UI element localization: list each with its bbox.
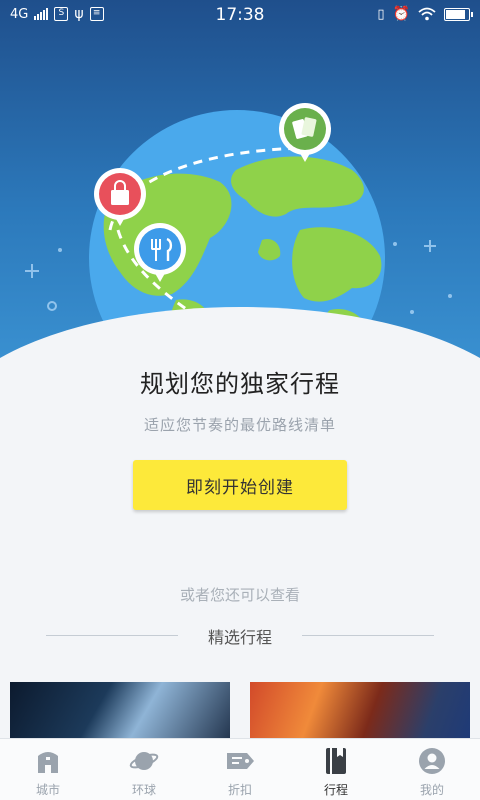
tag-icon bbox=[225, 747, 255, 775]
battery-icon bbox=[444, 7, 473, 21]
user-icon bbox=[417, 747, 447, 775]
status-bar: 4G S ψ ≡ 17:38 ▯ ⏰ bbox=[0, 0, 480, 30]
hero-illustration bbox=[0, 0, 480, 380]
featured-itineraries bbox=[10, 682, 470, 742]
wifi-icon bbox=[418, 7, 436, 21]
tab-label: 城市 bbox=[35, 783, 60, 797]
city-icon bbox=[33, 747, 63, 775]
vibrate-icon: ▯ bbox=[377, 6, 385, 22]
globe-illustration bbox=[0, 103, 480, 380]
tab-itinerary[interactable]: 行程 bbox=[288, 739, 384, 800]
bottom-tab-bar: 城市 环球 折扣 行程 我的 bbox=[0, 738, 480, 800]
section-title: 精选行程 bbox=[207, 628, 272, 647]
alternative-hint: 或者您还可以查看 bbox=[179, 586, 300, 604]
page-subtitle: 适应您节奏的最优路线清单 bbox=[143, 416, 336, 434]
planet-icon bbox=[129, 747, 159, 775]
tab-label: 折扣 bbox=[227, 783, 252, 797]
tab-discount[interactable]: 折扣 bbox=[192, 739, 288, 800]
book-icon bbox=[321, 747, 351, 775]
tab-profile[interactable]: 我的 bbox=[384, 739, 480, 800]
section-divider: 精选行程 bbox=[46, 624, 434, 647]
tab-label: 环球 bbox=[131, 783, 156, 797]
tab-global[interactable]: 环球 bbox=[96, 739, 192, 800]
create-itinerary-button[interactable]: 即刻开始创建 bbox=[133, 460, 347, 510]
tab-label: 行程 bbox=[323, 783, 348, 797]
divider-line-right bbox=[302, 635, 434, 636]
itinerary-card[interactable] bbox=[10, 682, 230, 742]
tab-city[interactable]: 城市 bbox=[0, 739, 96, 800]
tab-label: 我的 bbox=[419, 783, 444, 797]
itinerary-card[interactable] bbox=[250, 682, 470, 742]
main-content: 规划您的独家行程 适应您节奏的最优路线清单 即刻开始创建 或者您还可以查看 精选… bbox=[0, 330, 480, 742]
alarm-icon: ⏰ bbox=[392, 6, 410, 22]
page-title: 规划您的独家行程 bbox=[140, 370, 340, 398]
